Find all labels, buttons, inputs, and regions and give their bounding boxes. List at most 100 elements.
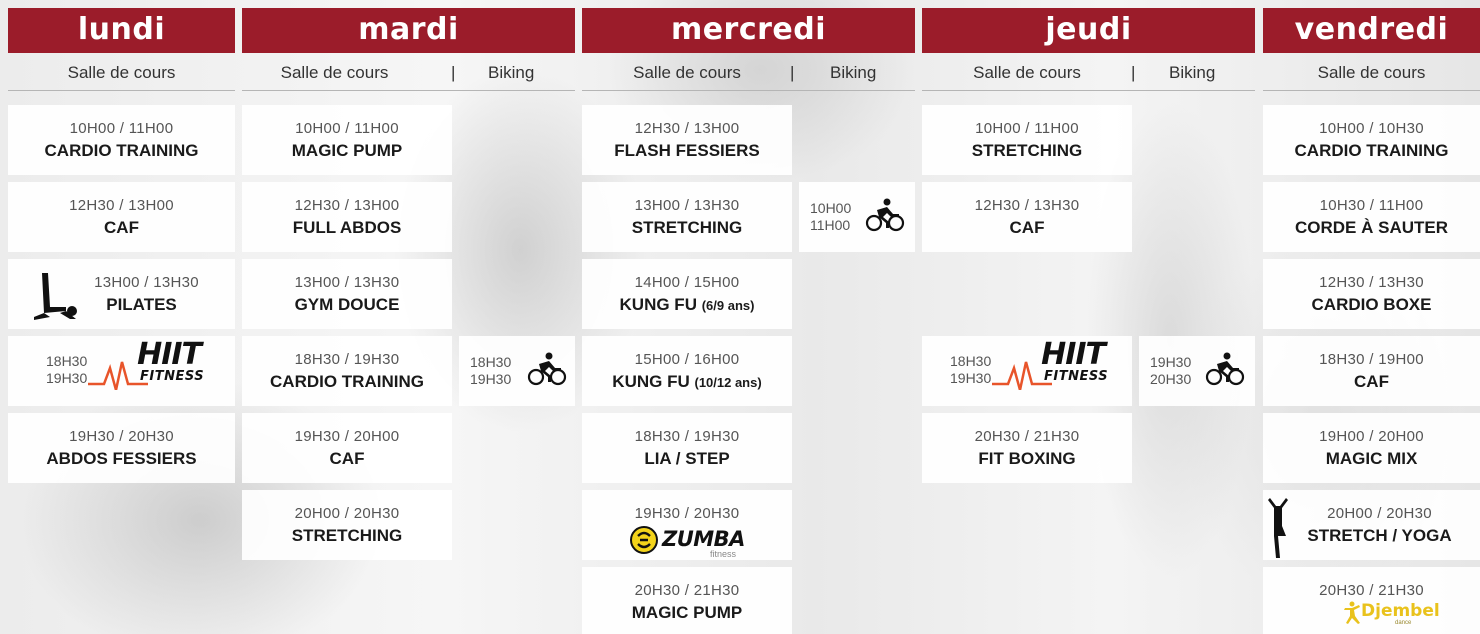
- class-time: 20H30 / 21H30: [634, 582, 740, 599]
- class-card[interactable]: 12H30 / 13H30 CAF: [922, 182, 1132, 252]
- class-card[interactable]: 13H00 / 13H30 PILATES: [8, 259, 235, 329]
- class-name: STRETCHING: [631, 218, 743, 237]
- class-time: 18H30 / 19H30: [294, 351, 400, 368]
- day-header-mardi: mardi: [242, 8, 575, 53]
- separator: |: [1131, 63, 1136, 82]
- day-column-vendredi: vendredi Salle de cours: [1263, 8, 1480, 91]
- cyclist-icon: [865, 198, 905, 232]
- sub-header-mardi: Salle de cours | Biking: [242, 53, 575, 91]
- class-card[interactable]: 18H30 19H30 HIIT FITNESS: [922, 336, 1132, 406]
- class-name: CAF: [1354, 372, 1389, 391]
- day-column-jeudi: jeudi Salle de cours | Biking: [922, 8, 1255, 91]
- class-card[interactable]: 10H00 / 10H30 CARDIO TRAINING: [1263, 105, 1480, 175]
- class-name: CARDIO TRAINING: [1294, 141, 1449, 160]
- class-name: CARDIO TRAINING: [44, 141, 199, 160]
- biking-times: 19H30 20H30: [1150, 354, 1192, 387]
- class-name: GYM DOUCE: [294, 295, 400, 314]
- class-name: KUNG FU (10/12 ans): [612, 372, 762, 391]
- class-name: MAGIC MIX: [1325, 449, 1418, 468]
- class-time: 19H30 / 20H30: [634, 505, 740, 522]
- class-time: 15H00 / 16H00: [634, 351, 740, 368]
- class-time: 14H00 / 15H00: [634, 274, 740, 291]
- class-card[interactable]: 19H30 / 20H30 ABDOS FESSIERS: [8, 413, 235, 483]
- class-card[interactable]: 18H30 / 19H00 CAF: [1263, 336, 1480, 406]
- class-name: STRETCHING: [971, 141, 1083, 160]
- class-card[interactable]: 18H30 19H30 HIIT FITNESS: [8, 336, 235, 406]
- class-name: KUNG FU (6/9 ans): [619, 295, 755, 314]
- day-column-lundi: lundi Salle de cours: [8, 8, 235, 91]
- class-time: 20H00 / 20H30: [294, 505, 400, 522]
- class-card[interactable]: 12H30 / 13H00 FLASH FESSIERS: [582, 105, 792, 175]
- room-label: Salle de cours: [280, 63, 389, 82]
- class-times: 18H30 19H30: [46, 353, 88, 386]
- sub-header-mercredi: Salle de cours | Biking: [582, 53, 915, 91]
- class-time: 19H00 / 20H00: [1319, 428, 1424, 445]
- day-header-mercredi: mercredi: [582, 8, 915, 53]
- class-card[interactable]: 12H30 / 13H30 CARDIO BOXE: [1263, 259, 1480, 329]
- class-card[interactable]: 18H30 / 19H30 CARDIO TRAINING: [242, 336, 452, 406]
- class-card[interactable]: 20H30 / 21H30 FIT BOXING: [922, 413, 1132, 483]
- separator: |: [451, 63, 456, 82]
- class-card[interactable]: 10H30 / 11H00 CORDE À SAUTER: [1263, 182, 1480, 252]
- class-card[interactable]: 12H30 / 13H00 CAF: [8, 182, 235, 252]
- sub-header-lundi: Salle de cours: [8, 53, 235, 91]
- class-card[interactable]: 19H30 / 20H30 ZUMBA fitness: [582, 490, 792, 560]
- cyclist-icon: [527, 352, 567, 386]
- class-card[interactable]: 20H30 / 21H30 MAGIC PUMP: [582, 567, 792, 634]
- biking-times: 10H00 11H00: [810, 200, 852, 233]
- class-card[interactable]: 12H30 / 13H00 FULL ABDOS: [242, 182, 452, 252]
- class-name: FULL ABDOS: [292, 218, 402, 237]
- class-name: STRETCHING: [291, 526, 403, 545]
- class-time: 10H00 / 10H30: [1319, 120, 1424, 137]
- class-name: MAGIC PUMP: [291, 141, 403, 160]
- room-label: Salle de cours: [973, 63, 1081, 82]
- class-card[interactable]: 19H30 / 20H00 CAF: [242, 413, 452, 483]
- biking-card[interactable]: 19H30 20H30: [1139, 336, 1255, 406]
- class-time: 19H30 / 20H30: [69, 428, 174, 445]
- zumba-fitness-logo: ZUMBA fitness: [630, 526, 750, 559]
- class-time: 10H00 / 11H00: [295, 120, 399, 137]
- class-time: 10H00 / 11H00: [69, 120, 174, 137]
- class-time: 12H30 / 13H00: [294, 197, 400, 214]
- class-time: 12H30 / 13H00: [69, 197, 174, 214]
- class-card[interactable]: 13H00 / 13H30 STRETCHING: [582, 182, 792, 252]
- class-card[interactable]: 20H00 / 20H30 STRETCHING: [242, 490, 452, 560]
- class-card[interactable]: 10H00 / 11H00 STRETCHING: [922, 105, 1132, 175]
- class-time: 19H30 / 20H00: [294, 428, 400, 445]
- class-card[interactable]: 20H30 / 21H30 Djembel dance: [1263, 567, 1480, 634]
- class-name: CARDIO BOXE: [1311, 295, 1432, 314]
- biking-card[interactable]: 18H30 19H30: [459, 336, 575, 406]
- class-card[interactable]: 19H00 / 20H00 MAGIC MIX: [1263, 413, 1480, 483]
- class-time: 10H00 / 11H00: [975, 120, 1079, 137]
- class-card[interactable]: 18H30 / 19H30 LIA / STEP: [582, 413, 792, 483]
- day-header-vendredi: vendredi: [1263, 8, 1480, 53]
- class-name: FLASH FESSIERS: [614, 141, 760, 160]
- biking-label: Biking: [1169, 63, 1216, 82]
- class-card[interactable]: 10H00 / 11H00 MAGIC PUMP: [242, 105, 452, 175]
- room-label: Salle de cours: [67, 63, 176, 82]
- class-time: 13H00 / 13H30: [294, 274, 400, 291]
- day-column-mardi: mardi Salle de cours | Biking: [242, 8, 575, 91]
- class-time: 12H30 / 13H30: [1319, 274, 1424, 291]
- class-card[interactable]: 10H00 / 11H00 CARDIO TRAINING: [8, 105, 235, 175]
- class-name: STRETCH / YOGA: [1307, 526, 1452, 545]
- cyclist-icon: [1205, 352, 1245, 386]
- class-card[interactable]: 14H00 / 15H00 KUNG FU (6/9 ans): [582, 259, 792, 329]
- class-time: 20H30 / 21H30: [974, 428, 1080, 445]
- day-header-lundi: lundi: [8, 8, 235, 53]
- yoga-pose-icon: [1268, 498, 1288, 558]
- biking-card[interactable]: 10H00 11H00: [799, 182, 915, 252]
- biking-label: Biking: [488, 63, 535, 82]
- class-time: 13H00 / 13H30: [634, 197, 740, 214]
- class-name: CAF: [1009, 218, 1045, 237]
- hiit-fitness-logo: HIIT FITNESS: [88, 340, 204, 390]
- class-card[interactable]: 15H00 / 16H00 KUNG FU (10/12 ans): [582, 336, 792, 406]
- class-card[interactable]: 13H00 / 13H30 GYM DOUCE: [242, 259, 452, 329]
- day-column-mercredi: mercredi Salle de cours | Biking: [582, 8, 915, 91]
- class-card[interactable]: 20H00 / 20H30 STRETCH / YOGA: [1263, 490, 1480, 560]
- day-header-jeudi: jeudi: [922, 8, 1255, 53]
- class-name: CAF: [104, 218, 139, 237]
- class-age-range: (6/9 ans): [701, 298, 755, 313]
- class-name: FIT BOXING: [978, 449, 1076, 468]
- hiit-fitness-logo: HIIT FITNESS: [992, 340, 1108, 390]
